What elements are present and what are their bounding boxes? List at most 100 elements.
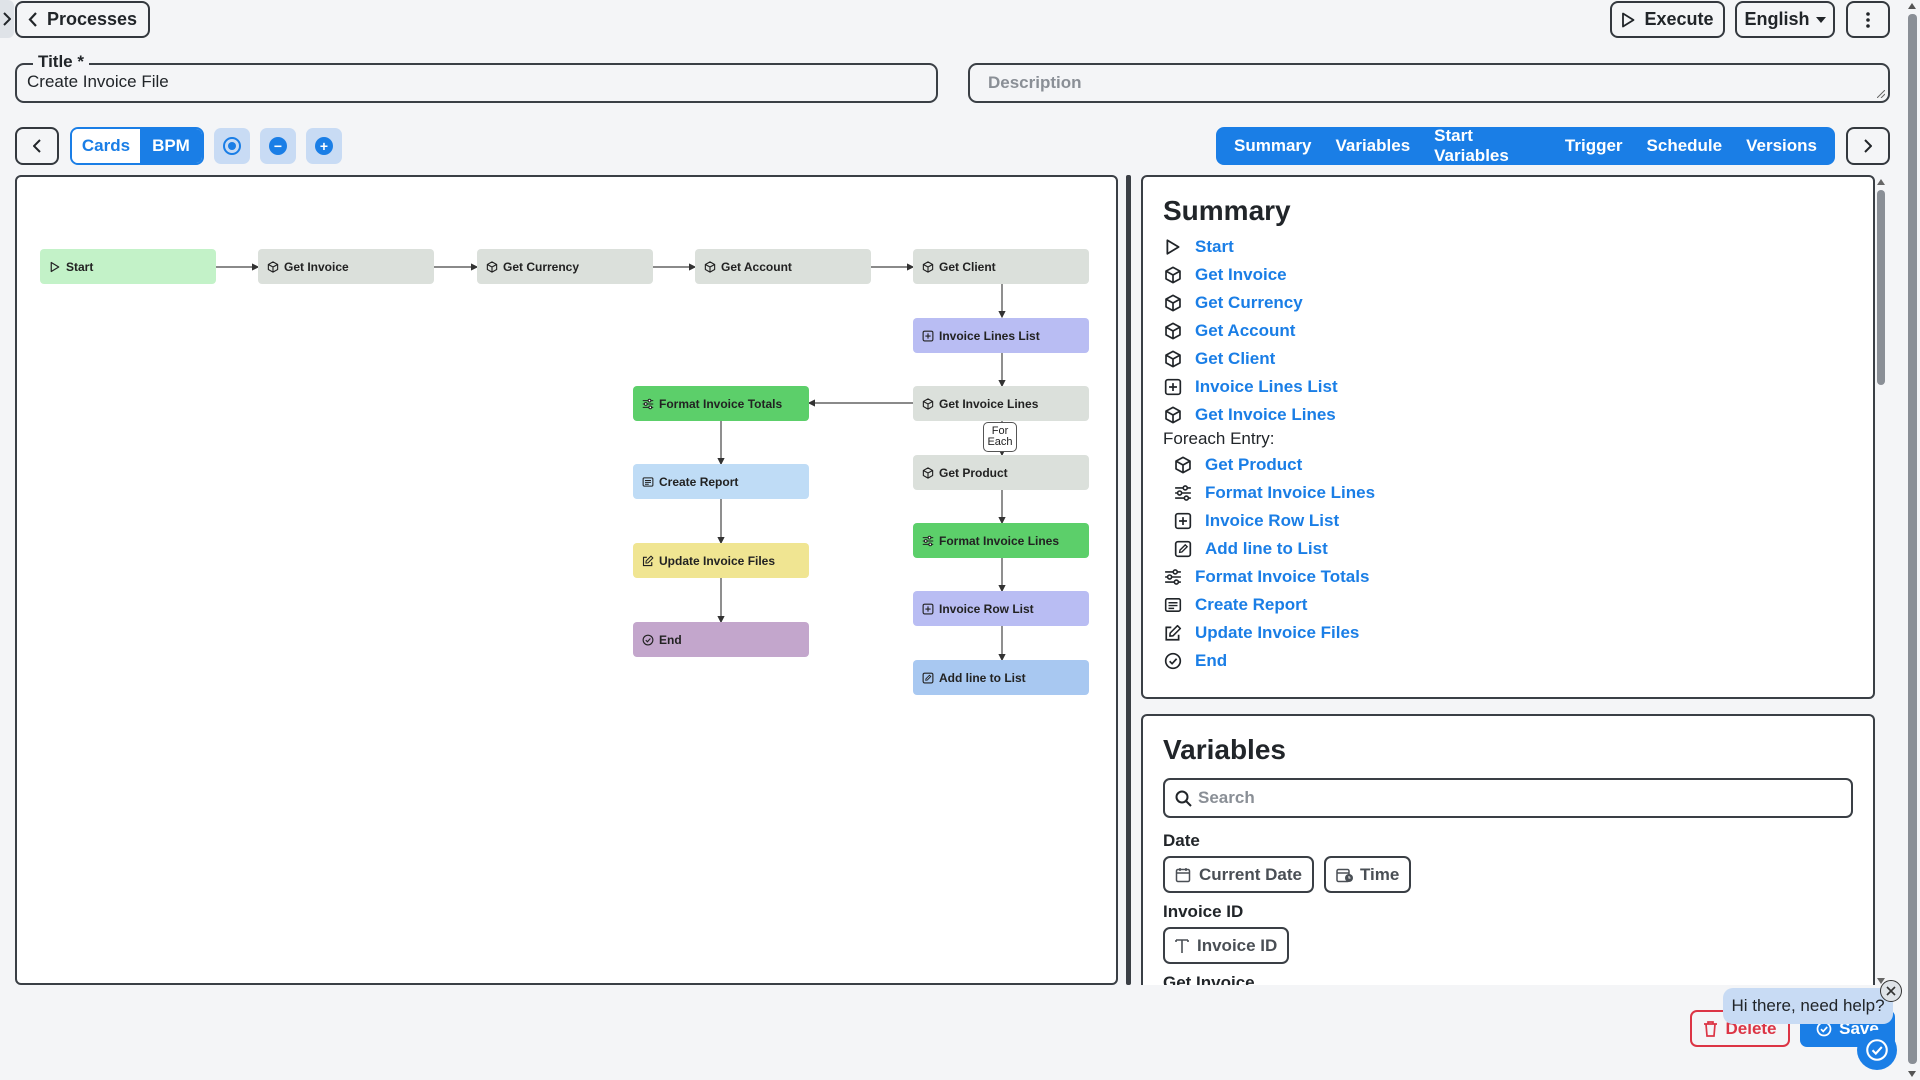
language-dropdown[interactable]: English	[1735, 1, 1835, 38]
tab-variables[interactable]: Variables	[1323, 136, 1422, 156]
tab-trigger[interactable]: Trigger	[1553, 136, 1635, 156]
summary-item[interactable]: End	[1163, 647, 1873, 675]
flow-node-add-line-to-list[interactable]: Add line to List	[913, 660, 1089, 695]
tab-versions[interactable]: Versions	[1734, 136, 1829, 156]
summary-item-label: Format Invoice Totals	[1195, 567, 1370, 586]
zoom-in-button[interactable]: +	[306, 128, 342, 164]
cube-icon	[1163, 265, 1183, 285]
summary-item[interactable]: Create Report	[1163, 591, 1873, 619]
title-field[interactable]: Title * Create Invoice File	[15, 52, 938, 103]
collapse-right-button[interactable]	[1846, 127, 1890, 165]
variable-chip-current-date[interactable]: Current Date	[1163, 856, 1314, 893]
flow-node-get-invoice[interactable]: Get Invoice	[258, 249, 434, 284]
variable-group-invoice-id: Invoice ID	[1163, 902, 1244, 921]
summary-item[interactable]: Get Client	[1163, 345, 1873, 373]
tab-summary[interactable]: Summary	[1222, 136, 1323, 156]
summary-item[interactable]: Format Invoice Totals	[1163, 563, 1873, 591]
chip-label: Current Date	[1199, 864, 1302, 884]
panel-splitter[interactable]	[1126, 175, 1131, 985]
summary-item[interactable]: Get Account	[1163, 317, 1873, 345]
variable-chip-invoice-id[interactable]: Invoice ID	[1163, 927, 1290, 964]
summary-item-label: Invoice Lines List	[1195, 377, 1338, 396]
scroll-up-icon[interactable]	[1907, 2, 1917, 10]
cube-icon	[1163, 321, 1183, 341]
tab-schedule[interactable]: Schedule	[1635, 136, 1735, 156]
zoom-out-button[interactable]: −	[260, 128, 296, 164]
collapse-left-button[interactable]	[15, 127, 59, 165]
view-cards-button[interactable]: Cards	[72, 129, 140, 163]
node-label: Format Invoice Totals	[659, 396, 783, 411]
chevron-left-icon	[28, 12, 37, 27]
flow-node-get-currency[interactable]: Get Currency	[477, 249, 653, 284]
scroll-down-icon[interactable]	[1907, 1070, 1917, 1078]
flow-node-end[interactable]: End	[633, 622, 809, 657]
plus-square-icon	[922, 603, 934, 615]
summary-item[interactable]: Update Invoice Files	[1163, 619, 1873, 647]
view-bpm-button[interactable]: BPM	[139, 129, 202, 163]
flow-node-update-invoice-files[interactable]: Update Invoice Files	[633, 543, 809, 578]
node-label: Update Invoice Files	[659, 553, 776, 568]
description-placeholder: Description	[988, 73, 1082, 92]
kebab-menu-icon	[1866, 11, 1870, 28]
summary-item-label: Get Client	[1195, 349, 1276, 368]
execute-button[interactable]: Execute	[1610, 1, 1725, 38]
resize-handle-icon[interactable]	[1877, 90, 1885, 98]
variables-search[interactable]: Search	[1163, 778, 1853, 818]
variable-chip-time[interactable]: Time	[1323, 856, 1412, 893]
summary-item[interactable]: Get Currency	[1163, 289, 1873, 317]
back-to-processes-button[interactable]: Processes	[15, 1, 150, 38]
tab-start-variables[interactable]: Start Variables	[1422, 126, 1553, 166]
node-label: Invoice Row List	[939, 601, 1034, 616]
scrollbar-thumb[interactable]	[1908, 14, 1917, 1064]
flow-node-invoice-lines-list[interactable]: Invoice Lines List	[913, 318, 1089, 353]
flow-node-format-invoice-totals[interactable]: Format Invoice Totals	[633, 386, 809, 421]
plus-square-icon	[1173, 511, 1193, 531]
summary-item-label: Invoice Row List	[1205, 511, 1340, 530]
text-icon	[1175, 938, 1189, 953]
summary-item[interactable]: Format Invoice Lines	[1173, 479, 1873, 507]
more-options-button[interactable]	[1846, 1, 1890, 38]
edit-square-icon	[922, 672, 934, 684]
scrollbar-thumb[interactable]	[1877, 190, 1885, 385]
summary-item[interactable]: Get Invoice Lines	[1163, 401, 1873, 429]
description-field[interactable]: Description	[968, 63, 1890, 103]
summary-item[interactable]: Get Product	[1173, 451, 1873, 479]
cube-icon	[1163, 293, 1183, 313]
caret-down-icon	[1815, 16, 1826, 23]
check-circle-icon	[642, 634, 654, 646]
summary-item[interactable]: Get Invoice	[1163, 261, 1873, 289]
calendar-icon	[1175, 867, 1191, 882]
flow-node-get-invoice-lines[interactable]: Get Invoice Lines	[913, 386, 1089, 421]
cube-icon	[922, 467, 934, 479]
center-view-button[interactable]	[214, 128, 250, 164]
summary-panel: Summary Start Get Invoice Get Currency G…	[1141, 175, 1875, 699]
flow-node-get-account[interactable]: Get Account	[695, 249, 871, 284]
cube-icon	[267, 261, 279, 273]
flow-node-invoice-row-list[interactable]: Invoice Row List	[913, 591, 1089, 626]
summary-item[interactable]: Invoice Lines List	[1163, 373, 1873, 401]
page-scrollbar[interactable]	[1875, 175, 1887, 985]
summary-item-label: Get Account	[1195, 321, 1296, 340]
check-circle-icon	[1866, 1039, 1888, 1061]
flow-node-get-product[interactable]: Get Product	[913, 455, 1089, 490]
window-scrollbar[interactable]	[1905, 0, 1920, 1080]
process-canvas[interactable]: Start Get Invoice Get Currency Get Accou…	[15, 175, 1118, 985]
back-button-label: Processes	[46, 9, 138, 29]
help-bubble[interactable]: Hi there, need help?	[1723, 988, 1893, 1024]
play-icon	[1163, 237, 1183, 257]
chat-launcher-button[interactable]	[1857, 1030, 1897, 1070]
sidebar-toggle[interactable]	[0, 0, 14, 38]
flow-node-get-client[interactable]: Get Client	[913, 249, 1089, 284]
scroll-up-icon[interactable]	[1876, 178, 1886, 186]
flow-node-create-report[interactable]: Create Report	[633, 464, 809, 499]
flow-node-format-invoice-lines[interactable]: Format Invoice Lines	[913, 523, 1089, 558]
summary-item[interactable]: Add line to List	[1173, 535, 1873, 563]
flow-node-start[interactable]: Start	[40, 249, 216, 284]
flow-connectors	[215, 263, 1006, 662]
summary-item[interactable]: Start	[1163, 233, 1873, 261]
foreach-entry-label: Foreach Entry:	[1163, 429, 1275, 448]
summary-item[interactable]: Invoice Row List	[1173, 507, 1873, 535]
help-close-button[interactable]	[1880, 980, 1902, 1002]
node-label: Get Client	[939, 259, 996, 274]
chip-label: Invoice ID	[1197, 935, 1278, 955]
